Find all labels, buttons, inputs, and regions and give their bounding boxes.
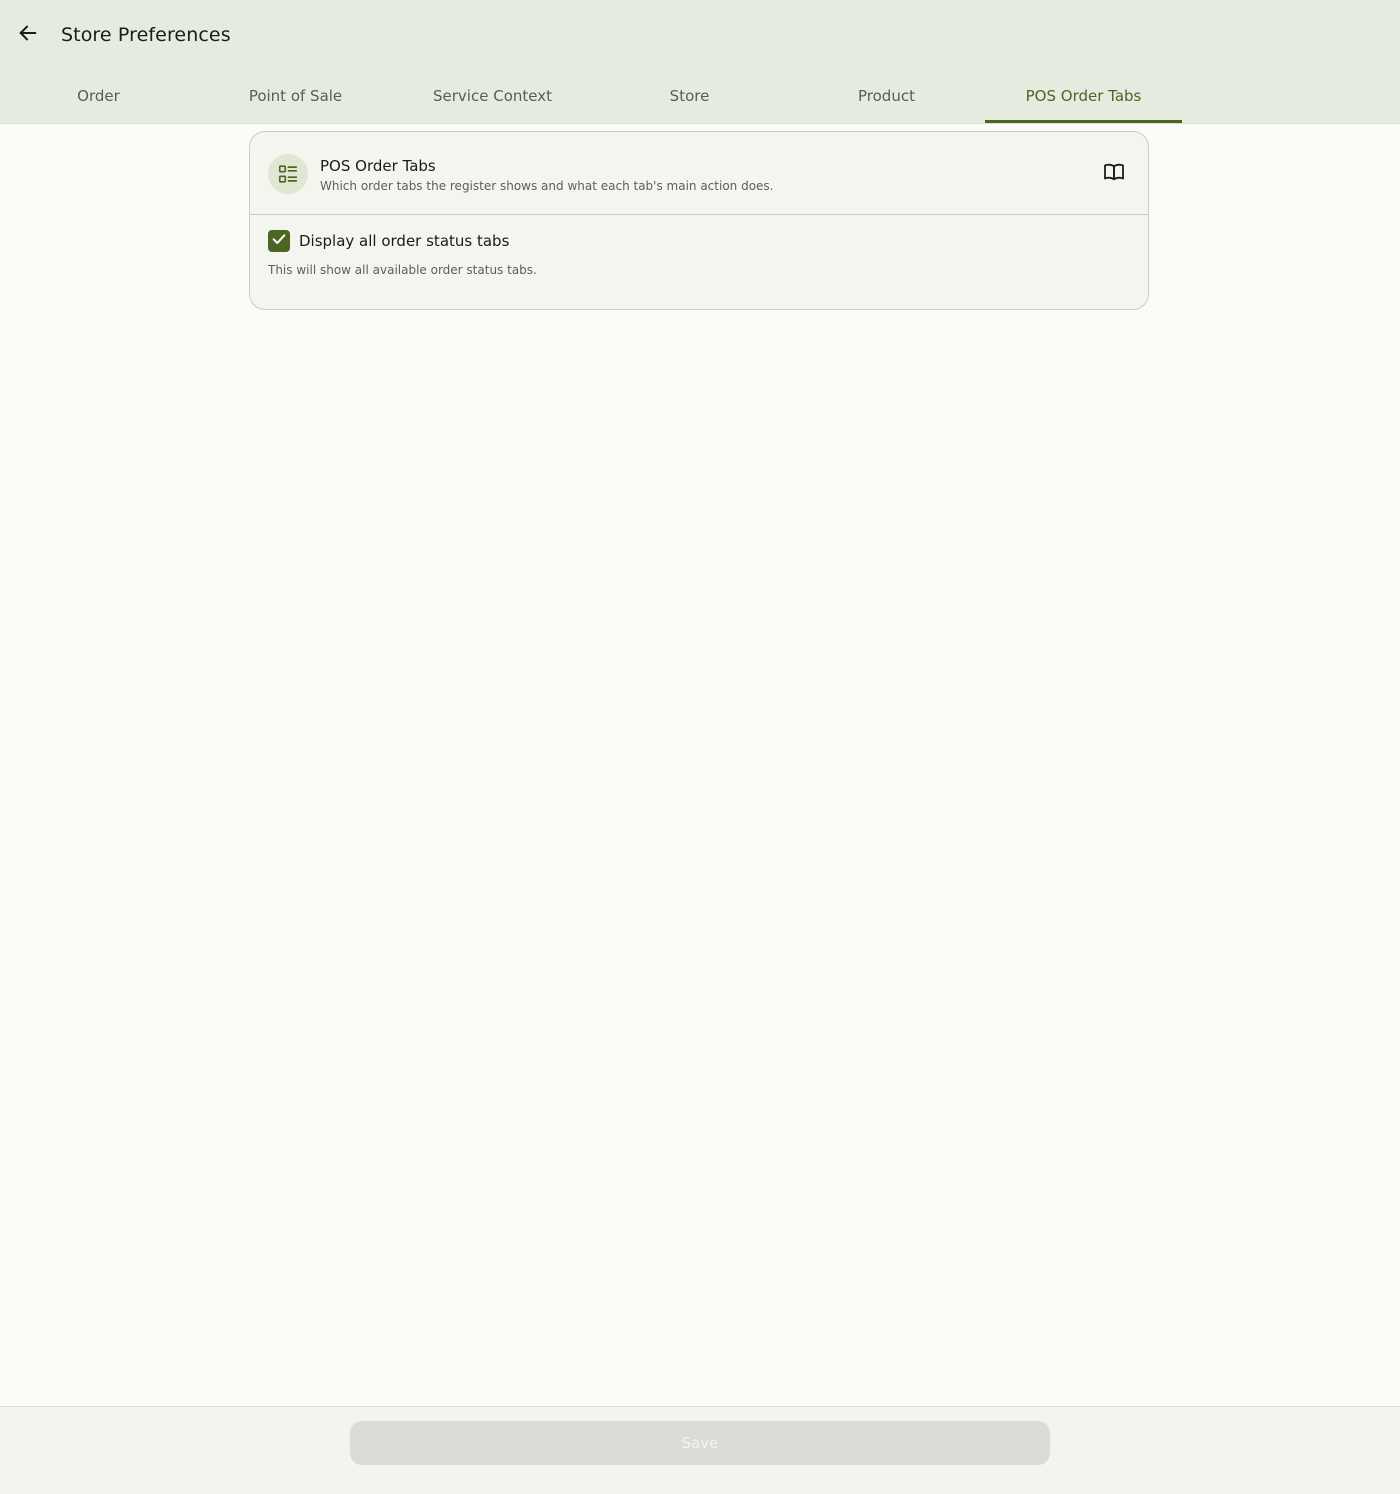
book-open-icon [1102, 160, 1126, 188]
tab-store[interactable]: Store [591, 70, 788, 123]
tab-product[interactable]: Product [788, 70, 985, 123]
back-button[interactable] [10, 17, 46, 53]
save-button[interactable]: Save [350, 1421, 1050, 1465]
arrow-left-icon [17, 22, 39, 48]
tab-label: Store [669, 86, 710, 105]
bottom-action-bar: Save [0, 1406, 1400, 1494]
display-all-tabs-setting[interactable]: Display all order status tabs [268, 230, 509, 252]
tab-point-of-sale[interactable]: Point of Sale [197, 70, 394, 123]
tab-label: Product [858, 86, 915, 105]
tab-label: Service Context [433, 86, 552, 105]
tab-label: Point of Sale [248, 86, 343, 105]
card-header: POS Order Tabs Which order tabs the regi… [250, 132, 1148, 215]
pos-order-tabs-card: POS Order Tabs Which order tabs the regi… [249, 131, 1149, 310]
tab-pos-order-tabs[interactable]: POS Order Tabs [985, 70, 1182, 123]
tab-label: Order [77, 86, 120, 105]
checkbox-label: Display all order status tabs [299, 232, 510, 250]
documentation-button[interactable] [1100, 160, 1128, 188]
tab-order[interactable]: Order [0, 70, 197, 123]
tab-service-context[interactable]: Service Context [394, 70, 591, 123]
display-all-tabs-checkbox[interactable] [268, 230, 290, 252]
app-root: Store Preferences Order Point of Sale Se… [0, 0, 1400, 1494]
tab-label: POS Order Tabs [1025, 86, 1142, 105]
top-app-bar: Store Preferences Order Point of Sale Se… [0, 0, 1400, 124]
checkbox-help-text: This will show all available order statu… [268, 263, 537, 277]
page-title: Store Preferences [61, 24, 231, 46]
section-subtitle: Which order tabs the register shows and … [320, 179, 774, 193]
section-title: POS Order Tabs [320, 157, 436, 175]
list-checklist-icon [268, 154, 308, 194]
preference-tabs: Order Point of Sale Service Context Stor… [0, 70, 1182, 123]
checkmark-icon [271, 231, 287, 251]
